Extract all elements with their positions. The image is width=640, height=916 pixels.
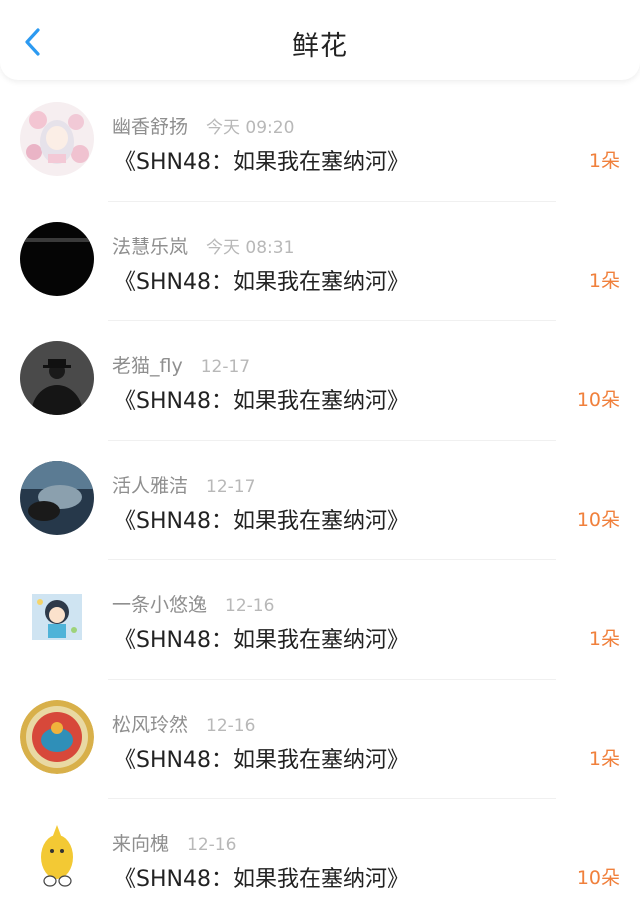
user-name: 老猫_fly 12-17 [112,351,250,378]
user-name: 一条小悠逸 12-16 [112,590,274,617]
timestamp: 今天 09:20 [206,118,295,138]
avatar[interactable] [20,819,94,893]
book-title: 《SHN48：如果我在塞纳河》 [114,508,409,534]
timestamp: 12-16 [187,835,237,855]
user-name-text: 老猫_fly [112,355,183,377]
flower-count: 10朵 [576,867,620,889]
avatar[interactable] [20,221,94,296]
book-title: 《SHN48：如果我在塞纳河》 [114,269,409,295]
avatar[interactable] [20,699,94,774]
timestamp: 12-17 [200,357,251,377]
avatar[interactable] [20,580,94,654]
user-name: 活人雅洁 12-17 [112,471,255,498]
user-name-text: 法慧乐岚 [112,235,189,258]
flower-count: 10朵 [576,389,620,411]
timestamp: 12-17 [206,476,256,497]
list-item[interactable]: 一条小悠逸 12-16 《SHN48：如果我在塞纳河》 1朵 [0,560,640,680]
user-name-text: 来向槐 [112,833,170,855]
list-item[interactable]: 来向槐 12-16 《SHN48：如果我在塞纳河》 10朵 [0,799,640,916]
book-title: 《SHN48：如果我在塞纳河》 [114,150,409,175]
top-bar: 鲜花 [0,0,640,80]
user-name: 法慧乐岚 今天 08:31 [112,232,294,259]
flower-count: 10朵 [576,508,620,531]
list-item[interactable]: 老猫_fly 12-17 《SHN48：如果我在塞纳河》 10朵 [0,321,640,441]
user-name-text: 活人雅洁 [112,474,189,497]
page: 鲜花 幽香舒扬 今天 09:20 《SHN48：如果我在塞纳河》 1朵 法慧乐岚… [0,0,640,916]
list-item[interactable]: 活人雅洁 12-17 《SHN48：如果我在塞纳河》 10朵 [0,441,640,560]
flower-count: 1朵 [588,269,620,292]
timestamp: 12-16 [225,596,275,616]
book-title: 《SHN48：如果我在塞纳河》 [114,867,409,892]
book-title: 《SHN48：如果我在塞纳河》 [114,389,409,414]
user-name-text: 幽香舒扬 [112,116,189,138]
list-item[interactable]: 法慧乐岚 今天 08:31 《SHN48：如果我在塞纳河》 1朵 [0,202,640,321]
user-name: 来向槐 12-16 [112,829,236,856]
avatar[interactable] [20,102,94,176]
page-title: 鲜花 [292,31,348,62]
flower-count: 1朵 [588,628,620,650]
book-title: 《SHN48：如果我在塞纳河》 [114,628,409,653]
list-item[interactable]: 松风玲然 12-16 《SHN48：如果我在塞纳河》 1朵 [0,680,640,799]
flower-count: 1朵 [588,150,620,172]
book-title: 《SHN48：如果我在塞纳河》 [114,747,409,773]
avatar[interactable] [20,341,94,415]
user-name: 幽香舒扬 今天 09:20 [112,112,294,139]
avatar[interactable] [20,460,94,535]
timestamp: 12-16 [206,715,256,736]
flower-list: 幽香舒扬 今天 09:20 《SHN48：如果我在塞纳河》 1朵 法慧乐岚 今天 0… [0,82,640,916]
user-name: 松风玲然 12-16 [112,710,255,737]
timestamp: 今天 08:31 [206,237,295,258]
flower-count: 1朵 [588,747,620,770]
list-item[interactable]: 幽香舒扬 今天 09:20 《SHN48：如果我在塞纳河》 1朵 [0,82,640,202]
user-name-text: 一条小悠逸 [112,594,208,616]
user-name-text: 松风玲然 [112,713,189,736]
